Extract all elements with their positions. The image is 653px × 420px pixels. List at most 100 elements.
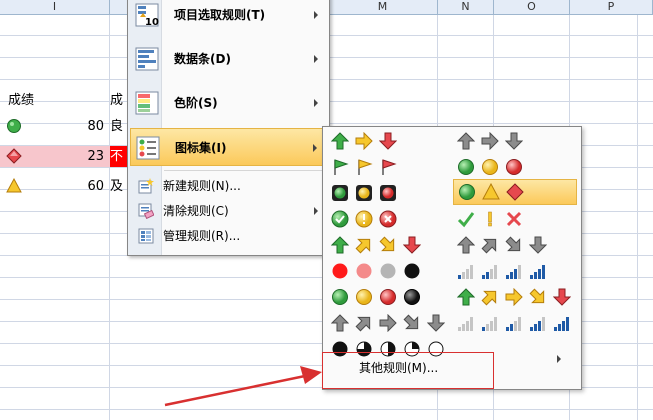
icon-set-3-traffic-lights[interactable] [455, 155, 577, 179]
diamond-red-icon [6, 148, 24, 166]
cell-score-row3[interactable]: 60 [0, 176, 110, 197]
signal-bars-1-icon [481, 314, 499, 332]
menu-item-label: 图标集(I) [175, 141, 227, 155]
signal-bars-3-icon [529, 314, 547, 332]
data-bars-icon [135, 47, 159, 71]
cell-value: 23 [87, 149, 104, 164]
menu-item-new-rule[interactable]: 新建规则(N)... [130, 174, 326, 198]
color-scales-icon [135, 91, 159, 115]
dot-red-icon [331, 262, 349, 280]
menu-item-data-bars[interactable]: 数据条(D) [130, 40, 326, 78]
dot-green-icon [331, 288, 349, 306]
cell-grade-row2[interactable]: 不 [110, 146, 128, 167]
icon-set-red-to-black[interactable] [329, 259, 449, 283]
column-header-n[interactable]: N [438, 0, 494, 14]
icon-set-4-ratings[interactable] [455, 259, 577, 283]
light-green-icon [331, 184, 349, 202]
cell-grade-header[interactable]: 成 [110, 90, 128, 111]
arrow-down-red-icon [402, 236, 422, 254]
icon-set-5-arrows-colored[interactable] [455, 285, 577, 309]
light-yellow-icon [355, 184, 373, 202]
cell-score-row1[interactable]: 80 [0, 116, 110, 137]
conditional-format-menu: 10 项目选取规则(T) 数据条(D) 色阶(S) 图标集(I) 新建规则(N)… [127, 0, 330, 256]
circle-green-icon [6, 118, 24, 136]
arrow-down-red-icon [552, 288, 572, 306]
menu-item-label: 色阶(S) [174, 96, 218, 110]
light-red-icon [379, 184, 397, 202]
annotation-highlight-box [322, 352, 494, 389]
arrow-right-yellow-icon [505, 287, 523, 307]
icon-set-4-arrows-gray[interactable] [455, 233, 577, 257]
grid-line [109, 15, 110, 420]
x-circle-icon [379, 210, 397, 228]
icon-set-5-arrows-gray[interactable] [329, 311, 454, 335]
icon-set-3-arrows-gray[interactable] [455, 129, 577, 153]
arrow-se-gray-icon [505, 236, 523, 254]
submenu-arrow-icon [314, 99, 318, 107]
signal-bars-0-icon [457, 314, 475, 332]
svg-text:10: 10 [145, 17, 159, 27]
menu-item-icon-sets[interactable]: 图标集(I) [130, 128, 326, 166]
dot-yellow-icon [355, 288, 373, 306]
exclaim-circle-icon [355, 210, 373, 228]
arrow-down-gray-icon [528, 236, 548, 254]
menu-item-clear-rules[interactable]: 清除规则(C) [130, 199, 326, 223]
dot-yellow-icon [481, 158, 499, 176]
flag-yellow-icon [355, 158, 373, 176]
cell-score-header[interactable]: 成绩 [8, 90, 34, 111]
arrow-down-gray-icon [426, 314, 446, 332]
arrow-up-gray-icon [456, 236, 476, 254]
manage-rules-icon [138, 228, 154, 244]
icon-set-3-symbols-circled[interactable] [329, 207, 449, 231]
menu-item-manage-rules[interactable]: 管理规则(R)... [130, 224, 326, 248]
arrow-ne-yellow-icon [481, 288, 499, 306]
icon-set-3-traffic-lights-rimmed[interactable] [329, 181, 449, 205]
menu-item-top-bottom-rules[interactable]: 10 项目选取规则(T) [130, 0, 326, 34]
menu-item-label: 项目选取规则(T) [174, 8, 266, 22]
icon-set-3-arrows-colored[interactable] [329, 129, 449, 153]
menu-item-label: 数据条(D) [174, 52, 231, 66]
cell-grade-row3[interactable]: 及 [110, 176, 128, 197]
cell-score-row2[interactable]: 23 [0, 146, 110, 167]
menu-item-label: 清除规则(C) [163, 204, 229, 218]
column-header-o[interactable]: O [494, 0, 570, 14]
submenu-arrow-icon [313, 144, 317, 152]
clear-rules-icon [138, 203, 155, 220]
icon-set-5-ratings[interactable] [455, 311, 577, 335]
icon-set-4-arrows-colored[interactable] [329, 233, 449, 257]
circle-green-icon [458, 183, 476, 201]
signal-bars-2-icon [481, 262, 499, 280]
column-header-i[interactable]: I [0, 0, 110, 14]
column-header-p[interactable]: P [570, 0, 653, 14]
dot-gray-icon [379, 262, 397, 280]
check-green-icon [457, 210, 475, 228]
icon-sets-submenu: 其他规则(M)... [322, 126, 582, 390]
icon-set-3-signs-symbols[interactable] [453, 179, 577, 205]
signal-bars-2-icon [505, 314, 523, 332]
top-bottom-rules-icon: 10 [135, 3, 159, 28]
arrow-ne-gray-icon [481, 236, 499, 254]
dot-pink-icon [355, 262, 373, 280]
check-circle-icon [331, 210, 349, 228]
column-header-m[interactable]: M [328, 0, 438, 14]
arrow-down-red-icon [378, 132, 398, 150]
arrow-down-gray-icon [504, 132, 524, 150]
new-rule-icon [138, 178, 154, 194]
triangle-yellow-icon [482, 182, 500, 201]
icon-set-4-traffic-lights[interactable] [329, 285, 449, 309]
arrow-ne-yellow-icon [355, 236, 373, 254]
submenu-arrow-icon [314, 207, 318, 215]
triangle-yellow-icon [6, 177, 24, 196]
submenu-arrow-icon [314, 11, 318, 19]
exclaim-yellow-icon [481, 210, 499, 228]
menu-separator [164, 170, 327, 171]
icon-set-3-symbols[interactable] [455, 207, 577, 231]
arrow-up-gray-icon [456, 132, 476, 150]
diamond-red-icon [506, 183, 524, 201]
icon-set-3-flags[interactable] [329, 155, 449, 179]
cell-grade-row1[interactable]: 良 [110, 116, 128, 137]
signal-bars-3-icon [505, 262, 523, 280]
menu-item-color-scales[interactable]: 色阶(S) [130, 84, 326, 122]
dot-green-icon [457, 158, 475, 176]
arrow-up-green-icon [456, 288, 476, 306]
